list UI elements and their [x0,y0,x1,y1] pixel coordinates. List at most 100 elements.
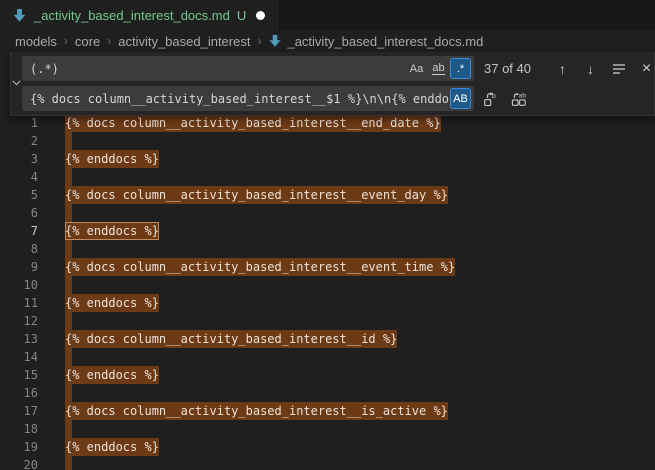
replace-input-value[interactable]: {% docs column__activity_based_interest_… [30,92,449,106]
replace-input[interactable]: {% docs column__activity_based_interest_… [22,86,474,111]
replace-all-button[interactable]: ab [507,87,530,110]
editor-code-area[interactable]: 1 {% docs column__activity_based_interest… [0,114,655,470]
line-content[interactable]: {% enddocs %} [65,294,159,312]
line-number: 14 [0,348,38,366]
toggle-replace-button[interactable] [11,52,22,115]
svg-text:b: b [491,92,495,100]
breadcrumb-separator: › [257,34,261,48]
close-icon: × [642,60,651,78]
code-line[interactable]: 17{% docs column__activity_based_interes… [0,402,655,420]
code-line[interactable]: 1 {% docs column__activity_based_interest… [0,114,655,132]
line-number: 19 [0,438,38,456]
line-content[interactable]: {% enddocs %} [65,150,159,168]
line-number: 7 [0,222,38,240]
close-find-widget-button[interactable]: × [635,57,655,80]
code-line[interactable]: 5 {% docs column__activity_based_interest… [0,186,655,204]
line-content[interactable]: {% docs column__activity_based_interest_… [65,186,448,204]
code-line[interactable]: 20 [0,456,655,470]
code-line[interactable]: 9{% docs column__activity_based_interest… [0,258,655,276]
search-match-highlight: {% enddocs %} [65,366,159,384]
search-match-highlight [65,312,72,330]
code-line[interactable]: 12 [0,312,655,330]
code-line[interactable]: 6 [0,204,655,222]
code-line[interactable]: 16 [0,384,655,402]
match-case-button[interactable]: Aa [406,58,427,79]
modified-indicator-dot[interactable] [256,11,265,20]
line-number: 11 [0,294,38,312]
line-number: 8 [0,240,38,258]
line-content[interactable]: {% docs column__activity_based_interest_… [65,402,448,420]
code-line[interactable]: 15 {% enddocs %} [0,366,655,384]
breadcrumb-separator: › [107,34,111,48]
find-replace-widget: (.*) Aa ab .* 37 of 40 ↑ ↓ × {% docs col… [10,52,655,116]
line-number: 4 [0,168,38,186]
line-number: 12 [0,312,38,330]
find-in-selection-button[interactable] [607,57,630,80]
replace-button[interactable]: b [479,87,502,110]
line-content[interactable]: {% enddocs %} [65,222,159,240]
search-match-highlight [65,384,72,402]
line-number: 1 [0,114,38,132]
replace-all-icon: ab [511,91,527,107]
breadcrumb-item[interactable]: activity_based_interest [118,34,250,49]
line-content[interactable] [65,168,72,186]
breadcrumb-separator: › [64,34,68,48]
breadcrumb-item[interactable]: _activity_based_interest_docs.md [287,34,483,49]
line-content[interactable]: {% enddocs %} [65,366,159,384]
preserve-case-button[interactable]: AB [450,88,471,109]
search-match-highlight [65,168,72,186]
line-content[interactable] [65,240,72,258]
code-line[interactable]: 18 [0,420,655,438]
regex-button[interactable]: .* [450,58,471,79]
tab-activity-based-interest-docs[interactable]: _activity_based_interest_docs.md U [0,0,278,30]
line-content[interactable]: {% enddocs %} [65,438,159,456]
line-number: 20 [0,456,38,470]
whole-word-button[interactable]: ab [428,58,449,79]
line-content[interactable]: {% docs column__activity_based_interest_… [65,330,397,348]
code-line[interactable]: 8 [0,240,655,258]
code-line[interactable]: 14 [0,348,655,366]
find-input-value[interactable]: (.*) [30,62,405,76]
line-content[interactable] [65,348,72,366]
line-content[interactable] [65,456,72,470]
line-content[interactable]: {% docs column__activity_based_interest_… [65,114,441,132]
line-number: 5 [0,186,38,204]
search-match-highlight: {% docs column__activity_based_interest_… [65,402,448,420]
line-number: 15 [0,366,38,384]
code-line[interactable]: 3{% enddocs %} [0,150,655,168]
breadcrumb-item[interactable]: core [75,34,100,49]
search-match-highlight: {% docs column__activity_based_interest_… [65,330,397,348]
line-content[interactable] [65,132,72,150]
line-number: 13 [0,330,38,348]
tab-filename: _activity_based_interest_docs.md [34,8,230,23]
search-match-highlight: {% enddocs %} [65,438,159,456]
code-line[interactable]: 10 [0,276,655,294]
code-line[interactable]: 4 [0,168,655,186]
selection-lines-icon [612,63,626,75]
line-content[interactable] [65,384,72,402]
search-match-highlight [65,204,72,222]
arrow-up-icon: ↑ [559,61,566,77]
line-content[interactable]: {% docs column__activity_based_interest_… [65,258,455,276]
previous-match-button[interactable]: ↑ [551,57,574,80]
code-line[interactable]: 7 {% enddocs %} [0,222,655,240]
code-line[interactable]: 13 {% docs column__activity_based_interes… [0,330,655,348]
search-match-highlight: {% enddocs %} [65,150,159,168]
replace-icon: b [483,91,499,107]
search-match-highlight [65,348,72,366]
line-content[interactable] [65,420,72,438]
line-content[interactable] [65,276,72,294]
search-match-highlight [65,132,72,150]
current-search-match: {% enddocs %} [65,222,159,240]
line-content[interactable] [65,312,72,330]
tab-bar: _activity_based_interest_docs.md U [0,0,655,30]
code-line[interactable]: 2 [0,132,655,150]
dbt-file-icon [12,8,27,23]
find-input[interactable]: (.*) Aa ab .* [22,56,474,81]
breadcrumb-item[interactable]: models [15,34,57,49]
chevron-down-icon [11,75,22,93]
code-line[interactable]: 11 {% enddocs %} [0,294,655,312]
code-line[interactable]: 19 {% enddocs %} [0,438,655,456]
next-match-button[interactable]: ↓ [579,57,602,80]
line-content[interactable] [65,204,72,222]
